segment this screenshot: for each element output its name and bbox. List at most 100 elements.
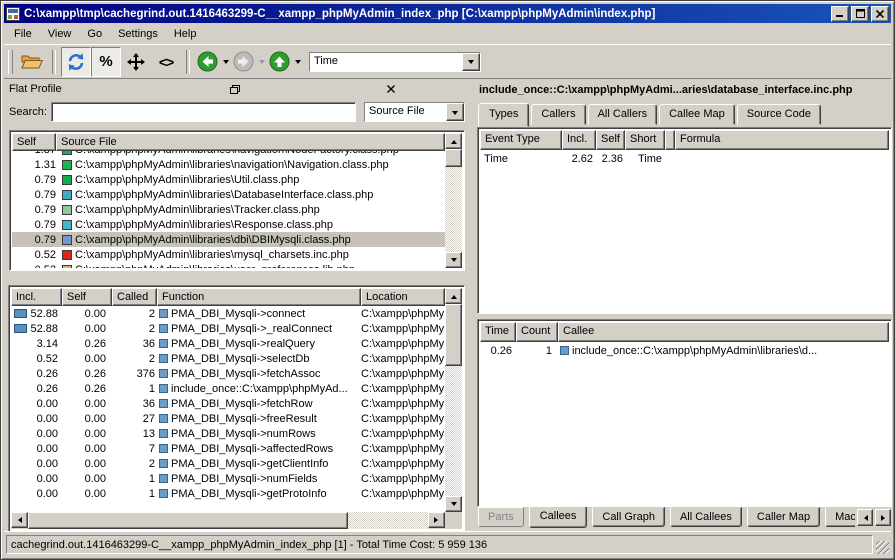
scroll-thumb[interactable] xyxy=(28,512,348,529)
column-header-event-type[interactable]: Event Type xyxy=(480,130,562,150)
menu-view[interactable]: View xyxy=(40,25,80,43)
detail-tab[interactable]: Callers xyxy=(531,104,585,125)
maximize-button[interactable] xyxy=(851,6,869,22)
function-row[interactable]: 0.00 0.00 1 PMA_DBI_Mysqli->getProtoInfo… xyxy=(11,486,445,501)
event-type-row[interactable]: Time 2.62 2.36 Time xyxy=(480,150,889,167)
function-row[interactable]: 0.00 0.00 36 PMA_DBI_Mysqli->fetchRow C:… xyxy=(11,396,445,411)
function-row[interactable]: 52.88 0.00 2 PMA_DBI_Mysqli->connect C:\… xyxy=(11,306,445,321)
column-header-self[interactable]: Self xyxy=(12,133,56,151)
function-row[interactable]: 0.00 0.00 7 PMA_DBI_Mysqli->affectedRows… xyxy=(11,441,445,456)
event-type-select[interactable]: Time xyxy=(309,52,481,72)
source-file-row[interactable]: 0.79 C:\xampp\phpMyAdmin\libraries\Datab… xyxy=(12,187,445,202)
callee-row[interactable]: 0.26 1 include_once::C:\xampp\phpMyAdmin… xyxy=(480,342,889,359)
column-header-formula[interactable]: Formula xyxy=(675,130,889,150)
scroll-up-button[interactable] xyxy=(445,288,462,304)
open-file-button[interactable] xyxy=(17,47,47,77)
bottom-tab[interactable]: Callees xyxy=(529,507,588,528)
search-input[interactable] xyxy=(51,102,356,122)
shorten-templates-button[interactable]: <> xyxy=(151,47,181,77)
menu-go[interactable]: Go xyxy=(79,25,110,43)
scroll-down-button[interactable] xyxy=(445,496,462,512)
panel-splitter[interactable] xyxy=(468,78,474,533)
column-header-called[interactable]: Called xyxy=(112,288,157,306)
column-header-short[interactable]: Short xyxy=(625,130,665,150)
source-file-row[interactable]: 0.79 C:\xampp\phpMyAdmin\libraries\Respo… xyxy=(12,217,445,232)
detail-tab[interactable]: Callee Map xyxy=(659,104,735,125)
column-header-blank[interactable] xyxy=(665,130,675,150)
tabbar-scroll-left-button[interactable] xyxy=(857,509,873,526)
back-button[interactable] xyxy=(195,49,220,75)
function-row[interactable]: 0.00 0.00 27 PMA_DBI_Mysqli->freeResult … xyxy=(11,411,445,426)
incl-value: 0.00 xyxy=(37,428,58,440)
function-row[interactable]: 0.52 0.00 2 PMA_DBI_Mysqli->selectDb C:\… xyxy=(11,351,445,366)
source-file-path: C:\xampp\phpMyAdmin\libraries\Response.c… xyxy=(75,219,333,231)
column-header-function[interactable]: Function xyxy=(157,288,361,306)
menu-file[interactable]: File xyxy=(6,25,40,43)
dock-close-button[interactable] xyxy=(317,82,465,96)
source-file-row[interactable]: 0.79 C:\xampp\phpMyAdmin\libraries\dbi\D… xyxy=(12,232,445,247)
menu-settings[interactable]: Settings xyxy=(110,25,166,43)
column-header-self[interactable]: Self xyxy=(596,130,625,150)
column-header-time[interactable]: Time xyxy=(480,322,516,342)
scroll-left-button[interactable] xyxy=(11,512,28,528)
event-type-select-value: Time xyxy=(310,53,462,71)
function-table-vscrollbar[interactable] xyxy=(445,288,462,512)
minimize-button[interactable] xyxy=(831,6,849,22)
up-dropdown-caret[interactable] xyxy=(292,49,303,75)
source-file-row[interactable]: 0.79 C:\xampp\phpMyAdmin\libraries\Track… xyxy=(12,202,445,217)
scroll-thumb[interactable] xyxy=(445,304,462,366)
detail-tab[interactable]: Types xyxy=(478,103,529,127)
toolbar-grip[interactable] xyxy=(8,50,13,74)
bottom-tab[interactable]: All Callees xyxy=(670,507,742,527)
column-header-count[interactable]: Count xyxy=(516,322,558,342)
function-row[interactable]: 0.00 0.00 1 PMA_DBI_Mysqli->numFields C:… xyxy=(11,471,445,486)
forward-button[interactable] xyxy=(231,49,256,75)
scroll-thumb[interactable] xyxy=(445,149,462,167)
function-row[interactable]: 52.88 0.00 2 PMA_DBI_Mysqli->_realConnec… xyxy=(11,321,445,336)
bottom-tab[interactable]: Caller Map xyxy=(747,507,820,527)
tabbar-scroll-right-button[interactable] xyxy=(875,509,891,526)
source-file-row[interactable]: 1.31 C:\xampp\phpMyAdmin\libraries\navig… xyxy=(12,157,445,172)
column-header-incl[interactable]: Incl. xyxy=(562,130,596,150)
scroll-down-button[interactable] xyxy=(445,252,462,268)
menu-help[interactable]: Help xyxy=(166,25,205,43)
function-row[interactable]: 3.14 0.26 36 PMA_DBI_Mysqli->realQuery C… xyxy=(11,336,445,351)
resize-grip[interactable] xyxy=(876,541,889,554)
column-header-incl[interactable]: Incl. xyxy=(11,288,62,306)
scroll-track[interactable] xyxy=(445,167,462,252)
close-button[interactable] xyxy=(871,6,889,22)
source-file-row[interactable]: 0.52 C:\xampp\phpMyAdmin\libraries\user_… xyxy=(12,262,445,268)
event-type-select-arrow[interactable] xyxy=(462,53,480,71)
reload-button[interactable] xyxy=(61,47,91,77)
relative-cost-button[interactable] xyxy=(121,47,151,77)
forward-dropdown-caret[interactable] xyxy=(256,49,267,75)
scroll-right-button[interactable] xyxy=(428,512,445,528)
function-table-hscrollbar[interactable] xyxy=(11,512,445,529)
function-row[interactable]: 0.00 0.00 2 PMA_DBI_Mysqli->getClientInf… xyxy=(11,456,445,471)
scroll-track[interactable] xyxy=(445,366,462,496)
scroll-track[interactable] xyxy=(348,512,428,529)
function-row[interactable]: 0.26 0.26 1 include_once::C:\xampp\phpMy… xyxy=(11,381,445,396)
dock-float-button[interactable] xyxy=(161,82,309,96)
bottom-tab[interactable]: Parts xyxy=(478,507,524,527)
scroll-up-button[interactable] xyxy=(445,133,462,149)
scrollbar-corner xyxy=(445,512,462,529)
grouping-select[interactable]: Source File xyxy=(364,102,465,122)
column-header-self[interactable]: Self xyxy=(62,288,112,306)
bottom-tab[interactable]: Call Graph xyxy=(592,507,665,527)
percentage-toggle-button[interactable]: % xyxy=(91,47,121,77)
column-header-source-file[interactable]: Source File xyxy=(56,133,445,151)
back-dropdown-caret[interactable] xyxy=(220,49,231,75)
detail-tab[interactable]: Source Code xyxy=(737,104,821,125)
source-file-row[interactable]: 0.79 C:\xampp\phpMyAdmin\libraries\Util.… xyxy=(12,172,445,187)
column-header-callee[interactable]: Callee xyxy=(558,322,889,342)
grouping-select-arrow[interactable] xyxy=(446,103,464,121)
source-list-vscrollbar[interactable] xyxy=(445,133,462,268)
function-row[interactable]: 0.00 0.00 13 PMA_DBI_Mysqli->numRows C:\… xyxy=(11,426,445,441)
source-file-row[interactable]: 0.52 C:\xampp\phpMyAdmin\libraries\mysql… xyxy=(12,247,445,262)
detail-tab[interactable]: All Callers xyxy=(588,104,658,125)
column-header-location[interactable]: Location xyxy=(361,288,445,306)
function-row[interactable]: 0.26 0.26 376 PMA_DBI_Mysqli->fetchAssoc… xyxy=(11,366,445,381)
bottom-tab[interactable]: Machine xyxy=(825,507,855,527)
up-button[interactable] xyxy=(267,49,292,75)
